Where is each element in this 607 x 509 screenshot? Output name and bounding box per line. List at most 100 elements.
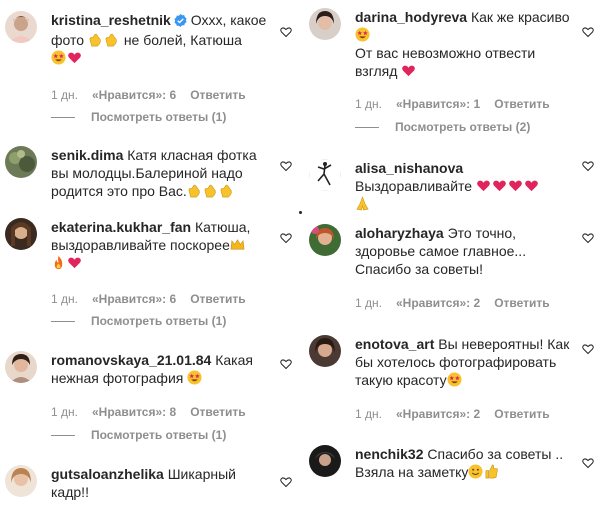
heart-outline-icon[interactable] bbox=[280, 232, 292, 244]
heart-outline-icon[interactable] bbox=[280, 476, 292, 488]
username[interactable]: ekaterina.kukhar_fan bbox=[51, 219, 191, 235]
view-replies-button[interactable]: Посмотреть ответы (1) bbox=[51, 428, 226, 442]
heart-emoji bbox=[67, 255, 82, 270]
comment-text: aloharyzhaya Это точно, здоровье самое г… bbox=[355, 224, 595, 278]
comment-meta: 1 дн. «Нравится»: 6 Ответить bbox=[51, 292, 260, 306]
heart-outline-icon[interactable] bbox=[582, 232, 594, 244]
timestamp[interactable]: 1 дн. bbox=[355, 296, 382, 310]
username[interactable]: alisa_nishanova bbox=[355, 160, 463, 176]
comment: enotova_art Вы невероятны! Как бы хотело… bbox=[309, 335, 599, 425]
heart-outline-icon[interactable] bbox=[582, 160, 594, 172]
avatar[interactable] bbox=[309, 224, 341, 256]
username[interactable]: senik.dima bbox=[51, 147, 123, 163]
heart-outline-icon[interactable] bbox=[280, 358, 292, 370]
avatar[interactable] bbox=[309, 159, 341, 191]
comment-text: alisa_nishanova senik.dima Катя класная … bbox=[51, 146, 291, 200]
star-eyes-emoji bbox=[51, 50, 66, 65]
timestamp[interactable]: 1 дн. bbox=[51, 88, 78, 102]
likes-count[interactable]: «Нравится»: 8 bbox=[92, 405, 176, 419]
avatar[interactable] bbox=[309, 8, 341, 40]
username[interactable]: darina_hodyreva bbox=[355, 9, 467, 25]
username[interactable]: enotova_art bbox=[355, 336, 434, 352]
clap-emoji bbox=[104, 32, 119, 47]
heart-outline-icon[interactable] bbox=[582, 26, 594, 38]
view-replies-button[interactable]: Посмотреть ответы (1) bbox=[51, 314, 226, 328]
comment-text: enotova_art Вы невероятны! Как бы хотело… bbox=[355, 335, 595, 389]
comment: gutsaloanzhelika Шикарный кадр!! bbox=[5, 465, 295, 505]
heart-outline-icon[interactable] bbox=[280, 160, 292, 172]
heart-outline-icon[interactable] bbox=[582, 457, 594, 469]
avatar[interactable] bbox=[309, 445, 341, 477]
comment-line: такую красоту bbox=[355, 372, 447, 388]
comment-text: gutsaloanzhelika Шикарный кадр!! bbox=[51, 465, 291, 501]
username[interactable]: kristina_reshetnik bbox=[51, 12, 171, 28]
comment-line: Взяла на заметку bbox=[355, 464, 469, 480]
comment-line: кадр!! bbox=[51, 484, 89, 500]
view-replies-button[interactable]: Посмотреть ответы (1) bbox=[51, 110, 226, 124]
avatar[interactable] bbox=[5, 351, 37, 383]
star-eyes-emoji bbox=[447, 372, 462, 387]
comment: alisa_nishanova senik.dima Катя класная … bbox=[5, 146, 295, 206]
comment-meta: 1 дн. «Нравится»: 2 Ответить bbox=[355, 407, 564, 421]
comment-line: Это точно, bbox=[447, 225, 517, 241]
username[interactable]: gutsaloanzhelika bbox=[51, 466, 164, 482]
comment-line: Катюша, bbox=[194, 219, 251, 235]
reply-button[interactable]: Ответить bbox=[494, 407, 549, 421]
clap-emoji bbox=[88, 32, 103, 47]
comment-line: родится это про Вас. bbox=[51, 183, 187, 199]
timestamp[interactable]: 1 дн. bbox=[355, 97, 382, 111]
clap-emoji bbox=[219, 183, 234, 198]
comment-line: Оххх, какое bbox=[190, 12, 267, 28]
comment-text: kristina_reshetnik Оххх, какое фото не б… bbox=[51, 11, 291, 67]
comment-line: Шикарный bbox=[167, 466, 236, 482]
timestamp[interactable]: 1 дн. bbox=[51, 405, 78, 419]
heart-outline-icon[interactable] bbox=[582, 343, 594, 355]
comment-line: фото bbox=[51, 32, 85, 48]
avatar[interactable] bbox=[5, 146, 37, 178]
heart-emoji bbox=[492, 178, 507, 193]
likes-count[interactable]: «Нравится»: 2 bbox=[396, 296, 480, 310]
likes-count[interactable]: «Нравится»: 6 bbox=[92, 88, 176, 102]
comment-line: не болей, Катюша bbox=[123, 32, 242, 48]
view-replies-button[interactable]: Посмотреть ответы (2) bbox=[355, 120, 530, 134]
comment-line: Как же красиво bbox=[470, 9, 570, 25]
comment-meta: 1 дн. «Нравится»: 6 Ответить bbox=[51, 88, 260, 102]
clap-emoji bbox=[203, 183, 218, 198]
reply-button[interactable]: Ответить bbox=[494, 97, 549, 111]
likes-count[interactable]: «Нравится»: 1 bbox=[396, 97, 480, 111]
comment-line: Выздоравливайте bbox=[355, 178, 473, 194]
likes-count[interactable]: «Нравится»: 2 bbox=[396, 407, 480, 421]
comment-line: Катя класная фотка bbox=[127, 147, 257, 163]
likes-count[interactable]: «Нравится»: 6 bbox=[92, 292, 176, 306]
timestamp[interactable]: 1 дн. bbox=[355, 407, 382, 421]
replies-divider bbox=[355, 127, 379, 129]
comment-line: взгляд bbox=[355, 63, 398, 79]
comment-meta: 1 дн. «Нравится»: 2 Ответить bbox=[355, 296, 564, 310]
comment-line: Какая bbox=[215, 352, 253, 368]
avatar[interactable] bbox=[5, 218, 37, 250]
username[interactable]: nenchik32 bbox=[355, 446, 423, 462]
username[interactable]: aloharyzhaya bbox=[355, 225, 444, 241]
comment: romanovskaya_21.01.84 Какая нежная фотог… bbox=[5, 351, 295, 446]
heart-outline-icon[interactable] bbox=[280, 26, 292, 38]
star-eyes-emoji bbox=[355, 27, 370, 42]
comment-line: нежная фотография bbox=[51, 370, 184, 386]
username[interactable]: romanovskaya_21.01.84 bbox=[51, 352, 211, 368]
reply-button[interactable]: Ответить bbox=[494, 296, 549, 310]
reply-button[interactable]: Ответить bbox=[190, 405, 245, 419]
reply-button[interactable]: Ответить bbox=[190, 292, 245, 306]
comment: alisa_nishanova Выздоравливайте bbox=[309, 159, 599, 215]
avatar[interactable] bbox=[309, 335, 341, 367]
heart-emoji bbox=[524, 178, 539, 193]
comments-page: kristina_reshetnik Оххх, какое фото не б… bbox=[0, 0, 607, 509]
comment-line: Спасибо за советы .. bbox=[427, 446, 564, 462]
smile-emoji bbox=[468, 464, 483, 479]
avatar[interactable] bbox=[5, 465, 37, 497]
avatar[interactable] bbox=[5, 11, 37, 43]
comment-line: От вас невозможно отвести bbox=[355, 45, 536, 61]
reply-button[interactable]: Ответить bbox=[190, 88, 245, 102]
timestamp[interactable]: 1 дн. bbox=[51, 292, 78, 306]
comment-line: выздоравливайте поскорее bbox=[51, 237, 230, 253]
comment-line: здоровье самое главное... bbox=[355, 243, 527, 259]
comment: ekaterina.kukhar_fan Катюша, выздоравлив… bbox=[5, 218, 295, 330]
